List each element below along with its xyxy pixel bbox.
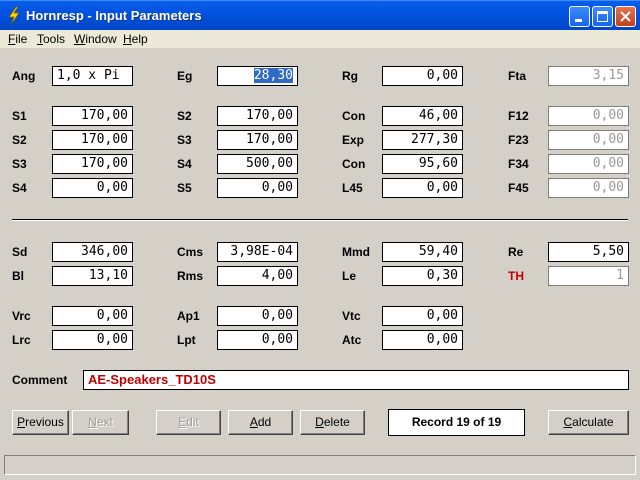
s3-label: S3 xyxy=(177,133,192,147)
bl-label: Bl xyxy=(12,269,24,283)
f34-field: 0,00 xyxy=(548,154,629,174)
add-button[interactable]: Add xyxy=(228,410,293,435)
s4-horn-field[interactable]: 0,00 xyxy=(52,178,133,198)
eg-value: 28,30 xyxy=(253,68,293,83)
s2-field[interactable]: 170,00 xyxy=(217,106,298,126)
delete-button[interactable]: Delete xyxy=(300,410,365,435)
f34-label: F34 xyxy=(508,157,529,171)
calculate-button[interactable]: Calculate xyxy=(548,410,629,435)
rms-label: Rms xyxy=(177,269,204,283)
menu-bar: File Tools Window Help xyxy=(0,30,640,48)
th-field: 1 xyxy=(548,266,629,286)
lrc-field[interactable]: 0,00 xyxy=(52,330,133,350)
s1-field[interactable]: 170,00 xyxy=(52,106,133,126)
atc-field[interactable]: 0,00 xyxy=(382,330,463,350)
comment-field[interactable]: AE-Speakers_TD10S xyxy=(83,370,629,390)
s4-label: S4 xyxy=(177,157,192,171)
minimize-button[interactable] xyxy=(569,6,590,27)
minimize-icon xyxy=(575,19,582,22)
ang-label: Ang xyxy=(12,69,36,83)
vtc-label: Vtc xyxy=(342,309,361,323)
exp-label: Exp xyxy=(342,133,365,147)
lpt-field[interactable]: 0,00 xyxy=(217,330,298,350)
next-button: Next xyxy=(72,410,129,435)
mmd-label: Mmd xyxy=(342,245,370,259)
l45-field[interactable]: 0,00 xyxy=(382,178,463,198)
window-title: Hornresp - Input Parameters xyxy=(26,8,202,23)
sd-field[interactable]: 346,00 xyxy=(52,242,133,262)
lpt-label: Lpt xyxy=(177,333,196,347)
s5-label: S5 xyxy=(177,181,192,195)
f12-field: 0,00 xyxy=(548,106,629,126)
eg-label: Eg xyxy=(177,69,193,83)
le-label: Le xyxy=(342,269,357,283)
f12-label: F12 xyxy=(508,109,529,123)
menu-help[interactable]: Help xyxy=(123,32,148,46)
ang-field[interactable]: 1,0 x Pi xyxy=(52,66,133,86)
re-label: Re xyxy=(508,245,524,259)
close-button[interactable] xyxy=(615,6,636,27)
sd-label: Sd xyxy=(12,245,28,259)
ap1-field[interactable]: 0,00 xyxy=(217,306,298,326)
s2-label: S2 xyxy=(177,109,192,123)
previous-button[interactable]: Previous xyxy=(12,410,69,435)
mmd-field[interactable]: 59,40 xyxy=(382,242,463,262)
record-indicator: Record 19 of 19 xyxy=(388,409,525,436)
th-label: TH xyxy=(508,269,524,283)
s4-horn-label: S4 xyxy=(12,181,27,195)
s5-field[interactable]: 0,00 xyxy=(217,178,298,198)
rg-field[interactable]: 0,00 xyxy=(382,66,463,86)
s2-horn-field[interactable]: 170,00 xyxy=(52,130,133,150)
section-divider xyxy=(12,219,628,221)
rg-label: Rg xyxy=(342,69,358,83)
fta-label: Fta xyxy=(508,69,526,83)
con1-field[interactable]: 46,00 xyxy=(382,106,463,126)
vrc-label: Vrc xyxy=(12,309,31,323)
con1-label: Con xyxy=(342,109,366,123)
l45-label: L45 xyxy=(342,181,363,195)
vtc-field[interactable]: 0,00 xyxy=(382,306,463,326)
re-field[interactable]: 5,50 xyxy=(548,242,629,262)
input-parameters-panel: Ang 1,0 x Pi Eg 28,30 Rg 0,00 Fta 3,15 S… xyxy=(4,49,636,451)
rms-field[interactable]: 4,00 xyxy=(217,266,298,286)
eg-field[interactable]: 28,30 xyxy=(217,66,298,86)
f23-label: F23 xyxy=(508,133,529,147)
vrc-field[interactable]: 0,00 xyxy=(52,306,133,326)
cms-field[interactable]: 3,98E-04 xyxy=(217,242,298,262)
maximize-button[interactable] xyxy=(592,6,613,27)
fta-field: 3,15 xyxy=(548,66,629,86)
s2-horn-label: S2 xyxy=(12,133,27,147)
f45-field: 0,00 xyxy=(548,178,629,198)
edit-button: Edit xyxy=(156,410,221,435)
le-field[interactable]: 0,30 xyxy=(382,266,463,286)
ap1-label: Ap1 xyxy=(177,309,200,323)
s3-horn-label: S3 xyxy=(12,157,27,171)
maximize-icon xyxy=(597,11,608,22)
status-bar xyxy=(4,455,636,475)
f23-field: 0,00 xyxy=(548,130,629,150)
comment-label: Comment xyxy=(12,373,68,387)
atc-label: Atc xyxy=(342,333,362,347)
s4-field[interactable]: 500,00 xyxy=(217,154,298,174)
title-bar[interactable]: Hornresp - Input Parameters xyxy=(0,0,640,30)
lightning-icon xyxy=(8,7,20,25)
menu-window[interactable]: Window xyxy=(74,32,117,46)
bl-field[interactable]: 13,10 xyxy=(52,266,133,286)
close-icon xyxy=(620,11,631,22)
con2-label: Con xyxy=(342,157,366,171)
menu-tools[interactable]: Tools xyxy=(37,32,65,46)
con2-field[interactable]: 95,60 xyxy=(382,154,463,174)
s3-field[interactable]: 170,00 xyxy=(217,130,298,150)
s1-label: S1 xyxy=(12,109,27,123)
exp-field[interactable]: 277,30 xyxy=(382,130,463,150)
cms-label: Cms xyxy=(177,245,204,259)
s3-horn-field[interactable]: 170,00 xyxy=(52,154,133,174)
menu-file[interactable]: File xyxy=(8,32,27,46)
f45-label: F45 xyxy=(508,181,529,195)
lrc-label: Lrc xyxy=(12,333,31,347)
